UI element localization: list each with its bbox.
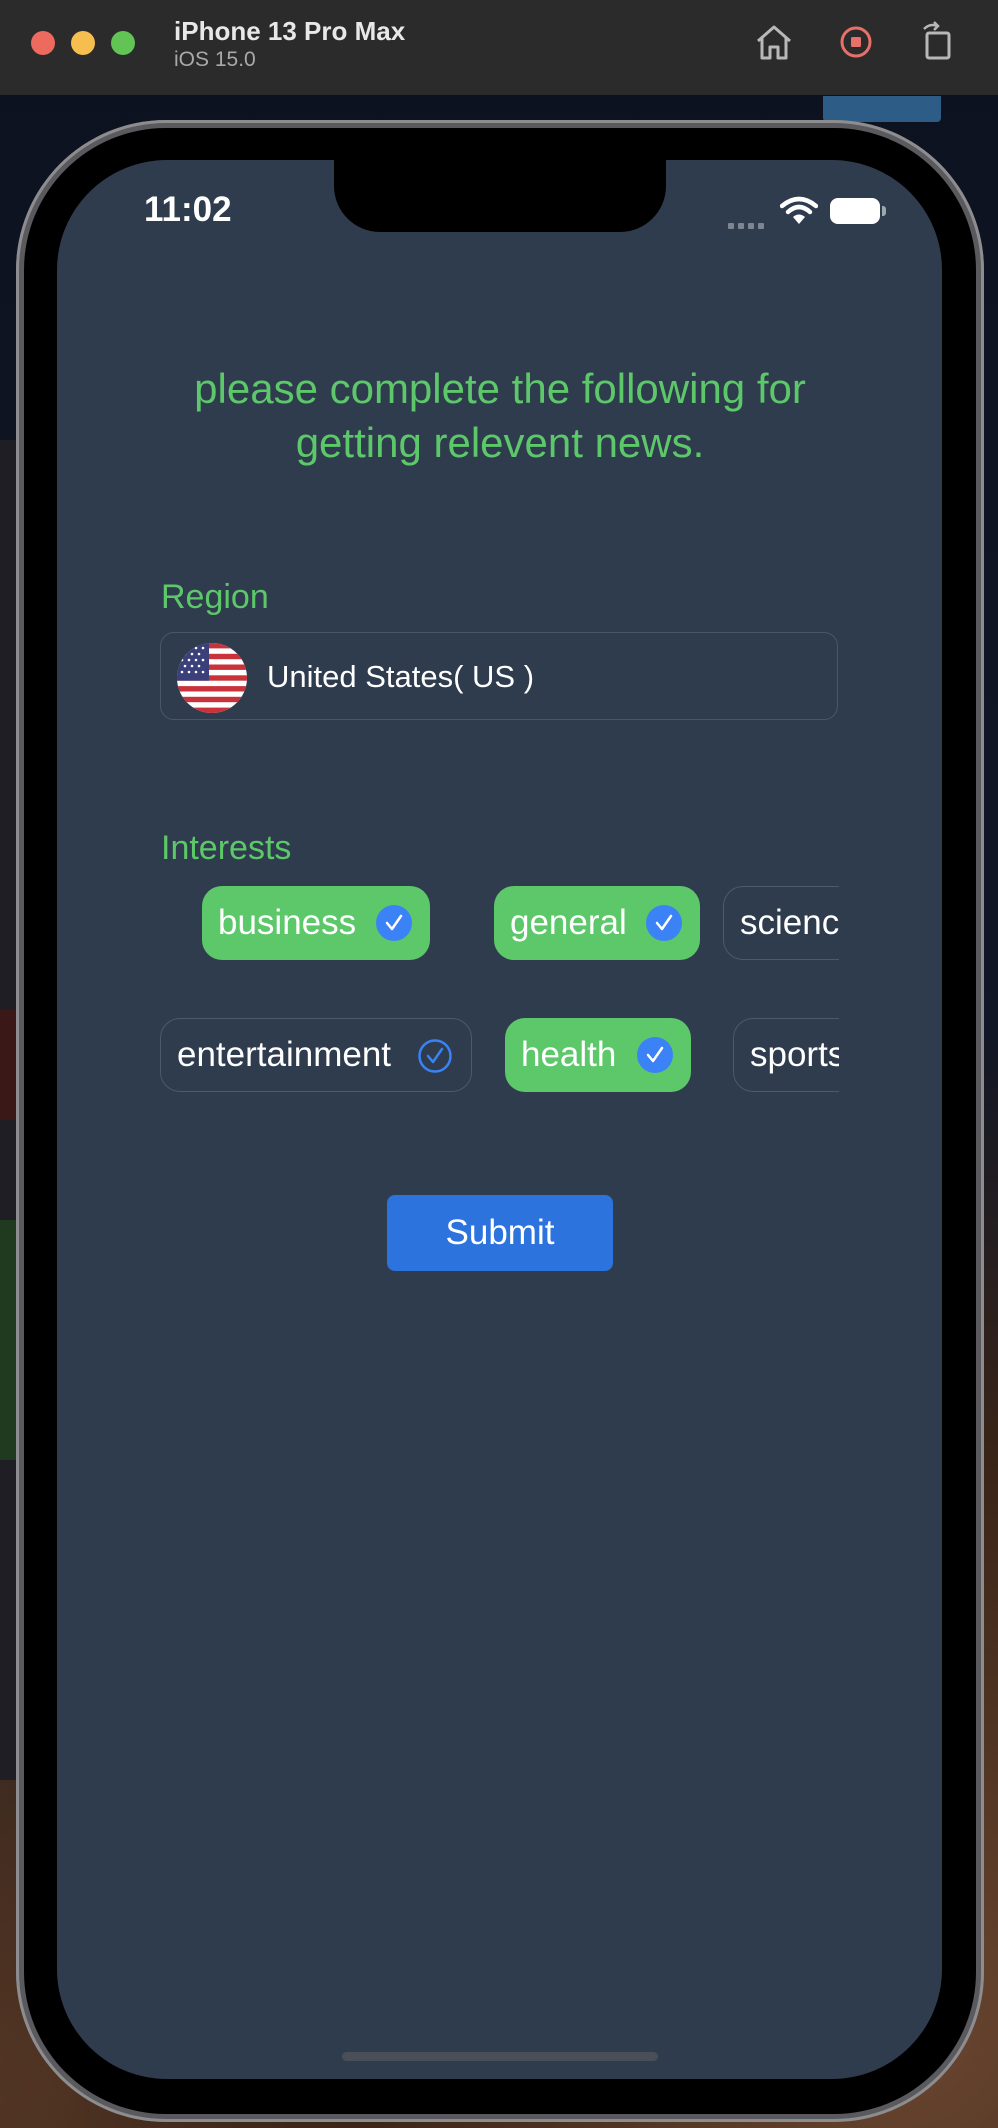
minimize-window-button[interactable] <box>71 31 95 55</box>
checkmark-icon <box>646 905 682 941</box>
interest-chip-science[interactable]: science <box>723 886 839 960</box>
checkmark-icon <box>637 1037 673 1073</box>
chip-label: business <box>218 903 357 942</box>
interest-chip-sports[interactable]: sports <box>733 1018 839 1092</box>
interests-label: Interests <box>161 829 292 867</box>
wifi-icon <box>780 196 818 224</box>
us-flag-icon <box>177 643 247 713</box>
chip-label: health <box>521 1035 617 1074</box>
simulator-titlebar: iPhone 13 Pro Max iOS 15.0 <box>0 0 998 96</box>
interests-chip-group: business general science entertainment h… <box>160 880 839 1100</box>
background-window-tab <box>823 96 941 122</box>
code-editor-strip <box>0 440 16 1780</box>
rotate-icon[interactable] <box>916 20 960 64</box>
region-selector[interactable]: United States( US ) <box>160 632 838 720</box>
checkmark-icon <box>418 1039 452 1073</box>
device-name: iPhone 13 Pro Max <box>174 16 406 46</box>
chip-label: general <box>510 903 627 942</box>
close-window-button[interactable] <box>31 31 55 55</box>
notch <box>334 160 666 232</box>
interest-chip-general[interactable]: general <box>494 886 700 960</box>
zoom-window-button[interactable] <box>111 31 135 55</box>
record-icon[interactable] <box>834 20 878 64</box>
chip-label: entertainment <box>177 1035 392 1074</box>
interest-chip-health[interactable]: health <box>505 1018 691 1092</box>
region-value: United States( US ) <box>267 659 535 694</box>
home-icon[interactable] <box>752 20 796 64</box>
page-heading: please complete the following for gettin… <box>194 365 806 466</box>
submit-button[interactable]: Submit <box>387 1195 613 1271</box>
interest-chip-business[interactable]: business <box>202 886 430 960</box>
status-time: 11:02 <box>144 190 232 229</box>
os-version: iOS 15.0 <box>174 48 256 71</box>
chip-label: sports <box>750 1035 839 1074</box>
signal-icon <box>728 216 768 234</box>
battery-icon <box>830 198 886 224</box>
home-indicator[interactable] <box>342 2052 658 2061</box>
checkmark-icon <box>376 905 412 941</box>
chip-label: science <box>740 903 839 942</box>
interest-chip-entertainment[interactable]: entertainment <box>160 1018 472 1092</box>
region-label: Region <box>161 578 269 616</box>
